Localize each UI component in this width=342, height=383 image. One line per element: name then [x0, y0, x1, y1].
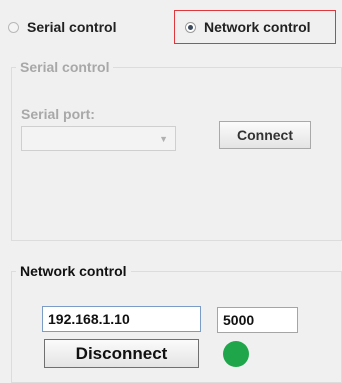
network-control-radio-label: Network control — [204, 19, 311, 35]
network-control-radio[interactable]: Network control — [185, 19, 311, 35]
serial-control-group-title: Serial control — [16, 59, 114, 75]
disconnect-button-label: Disconnect — [75, 343, 168, 363]
ip-address-field[interactable]: 192.168.1.10 — [42, 306, 201, 332]
port-number-value: 5000 — [223, 312, 255, 328]
serial-port-label: Serial port: — [21, 106, 95, 122]
radio-checked-icon[interactable] — [185, 21, 196, 33]
radio-unchecked-icon[interactable] — [8, 21, 19, 33]
connect-button[interactable]: Connect — [219, 121, 311, 149]
chevron-down-icon[interactable]: ▼ — [159, 134, 168, 144]
serial-control-group — [11, 67, 342, 241]
serial-control-radio[interactable]: Serial control — [8, 19, 116, 35]
ip-address-value: 192.168.1.10 — [48, 311, 130, 327]
network-control-group-title: Network control — [16, 263, 131, 279]
connect-button-label: Connect — [237, 127, 293, 143]
port-number-field[interactable]: 5000 — [217, 307, 298, 333]
serial-control-radio-label: Serial control — [27, 19, 117, 35]
serial-port-dropdown[interactable]: ▼ — [21, 126, 176, 151]
connection-status-icon — [223, 341, 249, 367]
disconnect-button[interactable]: Disconnect — [44, 339, 199, 368]
